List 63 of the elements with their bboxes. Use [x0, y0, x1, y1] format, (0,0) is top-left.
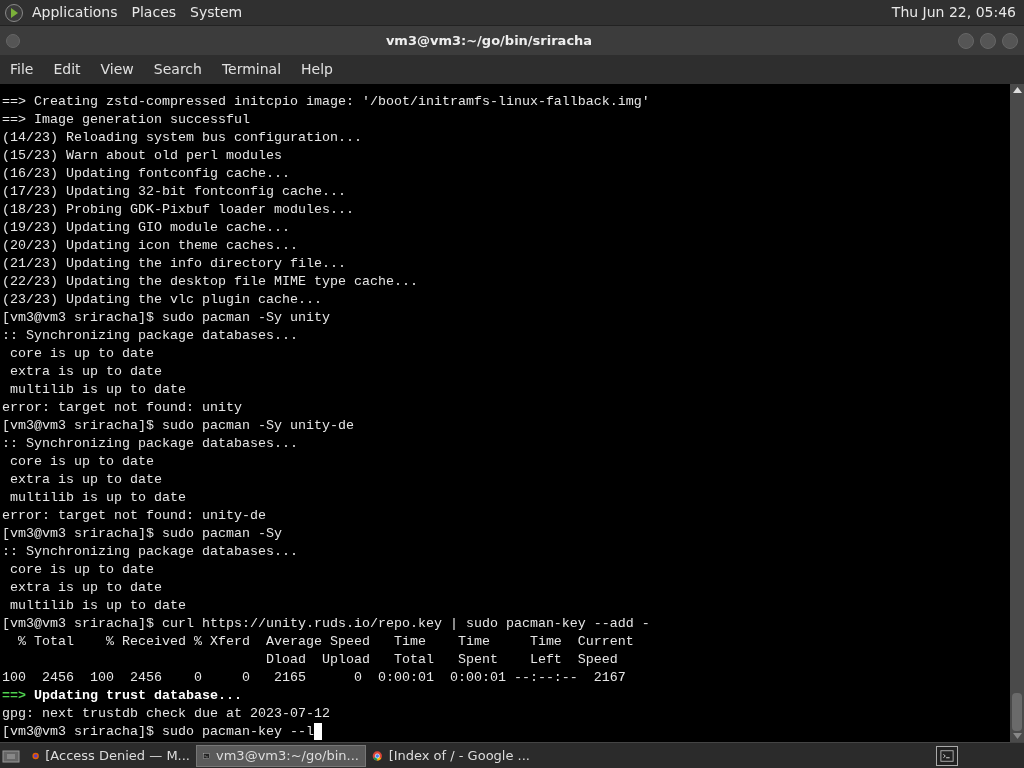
terminal-line: extra is up to date	[9, 471, 163, 489]
terminal-line: ==> Creating zstd-compressed initcpio image: '/boot/initramfs-linux-fallback.img'	[2, 93, 651, 111]
terminal-line: [vm3@vm3 sriracha]$ sudo pacman -Sy unity	[2, 309, 331, 327]
up-arrow-icon[interactable]	[1012, 87, 1022, 93]
scroll-thumb[interactable]	[1012, 693, 1022, 731]
cursor-block	[313, 723, 322, 740]
terminal-line: (20/23) Updating icon theme caches...	[2, 237, 299, 255]
terminal-line: [vm3@vm3 sriracha]$ sudo pacman -Sy	[2, 525, 283, 543]
window-title: vm3@vm3:~/go/bin/sriracha	[384, 31, 594, 50]
terminal-line: (16/23) Updating fontconfig cache...	[2, 165, 291, 183]
terminal-line: Updating trust database...	[34, 687, 242, 705]
panel-menu[interactable]: Places	[131, 2, 177, 23]
panel-menu[interactable]: System	[190, 2, 243, 23]
terminal-line: (18/23) Probing GDK-Pixbuf loader modules...	[2, 201, 355, 219]
terminal-line: core is up to date	[9, 345, 155, 363]
terminal-screen[interactable]	[0, 84, 1010, 742]
menu-item[interactable]: Search	[153, 59, 202, 80]
terminal-line: core is up to date	[9, 561, 155, 579]
terminal-line: error: target not found: unity-de	[2, 507, 267, 525]
taskbar-button[interactable]: [Index of / - Google ...	[366, 744, 536, 767]
window-menu-icon[interactable]	[6, 33, 20, 48]
minimize-button[interactable]	[958, 32, 974, 49]
panel-menu[interactable]: Applications	[32, 2, 118, 23]
menu-item[interactable]: Help	[301, 59, 333, 80]
down-arrow-icon[interactable]	[1012, 733, 1022, 739]
menu-item[interactable]: Edit	[53, 59, 81, 80]
terminal-line: (15/23) Warn about old perl modules	[2, 147, 283, 165]
terminal-line: (22/23) Updating the desktop file MIME type cache...	[2, 273, 419, 291]
menu-item[interactable]: File	[10, 59, 34, 80]
terminal-line: (23/23) Updating the vlc plugin cache...	[2, 291, 323, 309]
terminal-line: multilib is up to date	[9, 597, 187, 615]
terminal-line: multilib is up to date	[9, 381, 187, 399]
terminal-line: (17/23) Updating 32-bit fontconfig cache...	[2, 183, 347, 201]
close-button[interactable]	[1002, 32, 1018, 49]
arrow-marker: ==>	[2, 687, 26, 705]
maximize-button[interactable]	[980, 32, 996, 49]
menu-item[interactable]: View	[100, 59, 134, 80]
terminal-line: % Total % Received % Xferd Average Speed Time Time Time Current	[17, 633, 635, 651]
terminal-line[interactable]: [vm3@vm3 sriracha]$ sudo pacman-key --l	[2, 723, 314, 741]
terminal-line: :: Synchronizing package databases...	[2, 543, 299, 561]
terminal-line: core is up to date	[9, 453, 155, 471]
terminal-line: [vm3@vm3 sriracha]$ curl https://unity.ruds.io/repo.key | sudo pacman-key --add -	[2, 615, 651, 633]
taskbar-button[interactable]: [Access Denied — M...	[26, 744, 196, 767]
clock[interactable]: Thu Jun 22, 05:46	[891, 2, 1016, 23]
terminal-line: extra is up to date	[9, 363, 163, 381]
terminal-line: :: Synchronizing package databases...	[2, 435, 299, 453]
scrollbar[interactable]	[1010, 84, 1024, 742]
terminal-line: :: Synchronizing package databases...	[2, 327, 299, 345]
terminal-line: [vm3@vm3 sriracha]$ sudo pacman -Sy unity-de	[2, 417, 355, 435]
terminal-line: ==> Image generation successful	[2, 111, 251, 129]
menu-item[interactable]: Terminal	[221, 59, 282, 80]
taskbar-button[interactable]: vm3@vm3:~/go/bin...	[196, 744, 366, 767]
terminal-line: (21/23) Updating the info directory file...	[2, 255, 347, 273]
terminal-line: gpg: next trustdb check due at 2023-07-12	[2, 705, 331, 723]
terminal-line: multilib is up to date	[9, 489, 187, 507]
terminal-line: (14/23) Reloading system bus configuration...	[2, 129, 363, 147]
terminal-line: error: target not found: unity	[2, 399, 243, 417]
terminal-line: extra is up to date	[9, 579, 163, 597]
terminal-line: Dload Upload Total Spent Left Speed	[264, 651, 619, 669]
terminal-line: 100 2456 100 2456 0 0 2165 0 0:00:01 0:00:01 --:--:-- 2167	[2, 669, 627, 687]
terminal-icon	[939, 748, 955, 763]
desktop-icon[interactable]	[2, 747, 20, 764]
terminal-line: (19/23) Updating GIO module cache...	[2, 219, 291, 237]
